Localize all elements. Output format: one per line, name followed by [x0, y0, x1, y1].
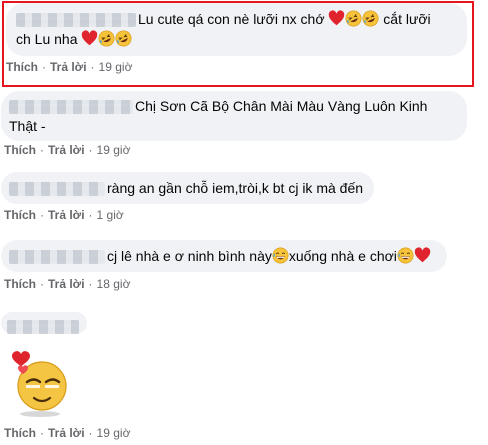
grinning-sweat-emoji-icon [397, 247, 414, 264]
blurred-username[interactable] [9, 250, 105, 265]
like-link[interactable]: Thích [4, 277, 36, 291]
timestamp[interactable]: 1 giờ [97, 208, 124, 222]
blurred-username[interactable] [9, 182, 105, 197]
reply-link[interactable]: Trả lời [48, 143, 85, 157]
comment-actions: Thích · Trả lời · 19 giờ [4, 426, 131, 440]
comment-actions: Thích · Trả lời · 19 giờ [6, 60, 133, 74]
rofl-emoji-icon [345, 10, 362, 27]
comment-text: Chị Sơn Cã Bộ Chân Mài Màu Vàng Luôn Kin… [9, 96, 459, 116]
comment-text: cj lê nhà e ơ ninh bình này xuống nhà e c… [9, 246, 439, 266]
comment-line: Lu cute qá con nè lưỡi nx chớ [138, 11, 325, 27]
blurred-username[interactable] [7, 320, 79, 335]
reply-link[interactable]: Trả lời [50, 60, 87, 74]
comment-line: cắt lưỡi [383, 11, 431, 27]
timestamp[interactable]: 19 giờ [97, 426, 131, 440]
reply-link[interactable]: Trả lời [48, 426, 85, 440]
comment-text-line2: ch Lu nha [16, 29, 457, 49]
comment-text-line2: Thật - [9, 116, 459, 136]
comment-line: Chị Sơn Cã Bộ Chân Mài Màu Vàng Luôn Kin… [135, 98, 428, 114]
like-link[interactable]: Thích [4, 208, 36, 222]
blurred-username[interactable] [16, 13, 136, 28]
timestamp[interactable]: 19 giờ [99, 60, 133, 74]
comment-bubble: Lu cute qá con nè lưỡi nx chớ cắt lưỡi c… [6, 3, 467, 56]
comment-line: ch Lu nha [16, 31, 78, 47]
like-link[interactable]: Thích [4, 143, 36, 157]
reply-link[interactable]: Trả lời [48, 277, 85, 291]
rofl-emoji-icon [115, 30, 132, 47]
grinning-sweat-emoji-icon [272, 247, 289, 264]
like-link[interactable]: Thích [4, 426, 36, 440]
timestamp[interactable]: 18 giờ [97, 277, 131, 291]
heart-icon [414, 247, 431, 264]
comment-line: xuống nhà e chơi [288, 248, 397, 264]
comment-bubble [1, 312, 87, 335]
heart-icon [81, 30, 98, 47]
rofl-emoji-icon [362, 10, 379, 27]
comment-actions: Thích · Trả lời · 1 giờ [4, 208, 124, 222]
crying-love-emoji-sticker[interactable] [6, 344, 70, 418]
comment-bubble: ràng an gần chỗ iem,tròi,k bt cj ik mà đ… [1, 172, 374, 204]
comment-text: ràng an gần chỗ iem,tròi,k bt cj ik mà đ… [9, 178, 366, 198]
blurred-username[interactable] [9, 100, 133, 115]
comment-text: Lu cute qá con nè lưỡi nx chớ cắt lưỡi [16, 9, 457, 29]
comment-line: Thật - [9, 118, 46, 134]
reply-link[interactable]: Trả lời [48, 208, 85, 222]
comment-line: cj lê nhà e ơ ninh bình này [107, 248, 272, 264]
like-link[interactable]: Thích [6, 60, 38, 74]
comment-bubble: cj lê nhà e ơ ninh bình này xuống nhà e c… [1, 240, 447, 272]
comment-actions: Thích · Trả lời · 18 giờ [4, 277, 131, 291]
comment-bubble: Chị Sơn Cã Bộ Chân Mài Màu Vàng Luôn Kin… [1, 91, 467, 141]
heart-icon [328, 10, 345, 27]
rofl-emoji-icon [98, 30, 115, 47]
comment-line: ràng an gần chỗ iem,tròi,k bt cj ik mà đ… [107, 180, 364, 196]
comment-actions: Thích · Trả lời · 19 giờ [4, 143, 131, 157]
timestamp[interactable]: 19 giờ [97, 143, 131, 157]
